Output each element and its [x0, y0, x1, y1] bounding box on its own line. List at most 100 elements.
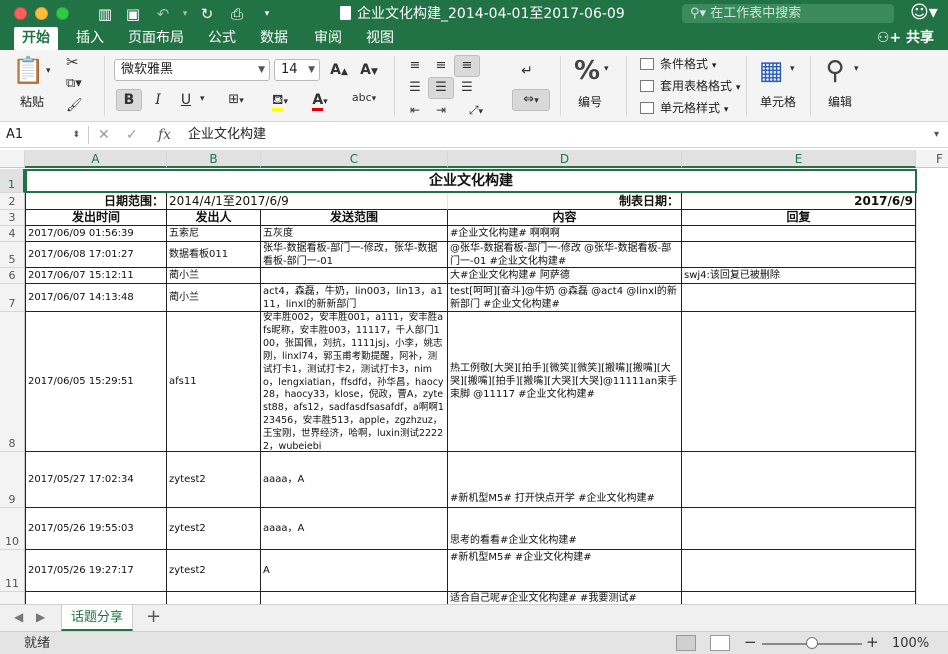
wrap-text-icon[interactable]: ↵	[514, 60, 540, 82]
table-cell[interactable]: zytest2	[167, 550, 261, 592]
font-color-button[interactable]: A▾	[302, 89, 338, 111]
underline-button[interactable]: U	[174, 89, 198, 111]
table-cell[interactable]: swj4:该回复已被删除	[682, 268, 916, 284]
tab-view[interactable]: 视图	[358, 27, 402, 50]
save-icon[interactable]: ▣	[122, 4, 144, 24]
table-cell[interactable]: 2017/05/27 17:02:34	[25, 452, 167, 508]
cells-icon[interactable]: ▦	[756, 56, 786, 86]
table-cell[interactable]	[261, 268, 448, 284]
table-cell[interactable]: test[呵呵][奋斗]@牛奶 @森磊 @act4 @linxl的新新部门 #企…	[448, 284, 682, 312]
table-cell[interactable]: 数据看板011	[167, 242, 261, 268]
cells-dropdown-icon[interactable]: ▾	[790, 64, 795, 74]
print-icon[interactable]: ⎙	[226, 4, 248, 24]
table-cell[interactable]	[682, 226, 916, 242]
table-cell[interactable]: 五索尼	[167, 226, 261, 242]
paste-dropdown-icon[interactable]: ▾	[46, 66, 51, 76]
table-cell[interactable]: 蔺小兰	[167, 268, 261, 284]
fill-color-button[interactable]: ⛾▾	[262, 89, 298, 111]
tab-formulas[interactable]: 公式	[200, 27, 244, 50]
customize-toolbar-icon[interactable]: ▾	[256, 4, 278, 24]
table-cell[interactable]: 热工例敬[大哭][拍手][微笑][微笑][搬嘴][搬嘴][大哭][搬嘴][拍手]…	[448, 312, 682, 452]
header-cell-content[interactable]: 内容	[448, 210, 682, 226]
row-header-3[interactable]: 3	[0, 210, 25, 226]
merge-center-button[interactable]: ⇔▾	[512, 89, 550, 111]
conditional-format-button[interactable]: 条件格式 ▾	[640, 54, 716, 74]
table-cell[interactable]: 张华-数据看板-部门一-修改，张华-数据看板-部门一-01	[261, 242, 448, 268]
sheet-tab-active[interactable]: 话题分享	[61, 605, 133, 631]
share-button[interactable]: ⚇+ 共享	[877, 27, 934, 50]
header-cell-scope[interactable]: 发送范围	[261, 210, 448, 226]
find-icon[interactable]: ⚲	[820, 56, 850, 86]
font-size-select[interactable]: 14 ▼	[274, 59, 320, 81]
table-cell[interactable]: #企业文化构建# 啊啊啊	[448, 226, 682, 242]
table-cell[interactable]: zytest2	[167, 452, 261, 508]
number-format-dropdown-icon[interactable]: ▾	[604, 64, 609, 74]
confirm-icon[interactable]: ✓	[126, 125, 138, 145]
zoom-slider-thumb[interactable]	[806, 637, 818, 649]
table-cell[interactable]: 五灰度	[261, 226, 448, 242]
sidebar-toggle-icon[interactable]: ▥	[94, 4, 116, 24]
table-cell[interactable]	[682, 452, 916, 508]
table-cell[interactable]: #新机型M5# #企业文化构建#	[448, 550, 682, 592]
cut-icon[interactable]: ✂	[66, 53, 79, 71]
table-cell[interactable]: 2017/06/05 15:29:51	[25, 312, 167, 452]
insert-function-icon[interactable]: fx	[158, 125, 171, 145]
align-bottom-icon[interactable]: ≡	[454, 55, 480, 77]
column-header-b[interactable]: B	[167, 150, 261, 168]
header-cell-sender[interactable]: 发出人	[167, 210, 261, 226]
date-range-label-cell[interactable]: 日期范围：	[25, 193, 167, 210]
borders-button[interactable]: ⊞▾	[218, 89, 254, 111]
row-header-1[interactable]: 1	[0, 169, 25, 193]
align-top-icon[interactable]: ≡	[402, 55, 428, 77]
align-left-icon[interactable]: ☰	[402, 77, 428, 99]
minimize-window-button[interactable]	[35, 7, 48, 20]
sheet-title-cell[interactable]: 企业文化构建	[25, 169, 917, 193]
formula-input[interactable]: 企业文化构建	[188, 125, 266, 145]
column-header-d[interactable]: D	[448, 150, 682, 168]
table-cell[interactable]: 2017/05/26 19:27:17	[25, 550, 167, 592]
table-cell[interactable]: 2017/06/08 17:01:27	[25, 242, 167, 268]
worksheet-grid[interactable]: A B C D E F 1 2 3 4 5 6 7 8 9 10 11 企业文化…	[0, 150, 948, 604]
tab-insert[interactable]: 插入	[68, 27, 112, 50]
table-cell[interactable]	[25, 592, 167, 604]
table-cell[interactable]: 安丰胜002，安丰胜001，a111，安丰胜afs昵称，安丰胜003，11117…	[261, 312, 448, 452]
bold-button[interactable]: B	[116, 89, 142, 111]
column-header-a[interactable]: A	[25, 150, 167, 168]
column-header-c[interactable]: C	[261, 150, 448, 168]
row-header-6[interactable]: 6	[0, 268, 25, 284]
table-cell[interactable]: A	[261, 550, 448, 592]
row-header-10[interactable]: 10	[0, 508, 25, 550]
close-window-button[interactable]	[14, 7, 27, 20]
copy-icon[interactable]: ⧉▾	[66, 76, 82, 91]
tab-review[interactable]: 审阅	[306, 27, 350, 50]
table-cell[interactable]: 蔺小兰	[167, 284, 261, 312]
zoom-in-button[interactable]: +	[866, 633, 879, 651]
row-header-11[interactable]: 11	[0, 550, 25, 592]
row-header-8[interactable]: 8	[0, 312, 25, 452]
table-cell[interactable]: aaaa，A	[261, 452, 448, 508]
table-cell[interactable]: afs11	[167, 312, 261, 452]
made-date-value-cell[interactable]: 2017/6/9	[682, 193, 916, 210]
previous-sheet-icon[interactable]: ◀	[14, 610, 23, 624]
select-all-corner[interactable]	[0, 150, 25, 168]
sheet-search-input[interactable]: ⚲▾ 在工作表中搜索	[682, 4, 894, 23]
underline-dropdown-icon[interactable]: ▾	[200, 94, 205, 104]
table-cell[interactable]: 2017/06/09 01:56:39	[25, 226, 167, 242]
table-cell[interactable]: 思考的看看#企业文化构建#	[448, 508, 682, 550]
column-header-e[interactable]: E	[682, 150, 916, 168]
next-sheet-icon[interactable]: ▶	[36, 610, 45, 624]
table-format-button[interactable]: 套用表格格式 ▾	[640, 76, 740, 96]
add-sheet-button[interactable]: +	[146, 607, 161, 627]
grow-font-button[interactable]: A▲	[326, 59, 352, 81]
made-date-label-cell[interactable]: 制表日期：	[448, 193, 682, 210]
cell-style-button[interactable]: 单元格样式 ▾	[640, 98, 728, 118]
row-header-7[interactable]: 7	[0, 284, 25, 312]
tab-data[interactable]: 数据	[252, 27, 296, 50]
table-cell[interactable]: @张华-数据看板-部门一-修改 @张华-数据看板-部门一-01 #企业文化构建#	[448, 242, 682, 268]
undo-dropdown-icon[interactable]: ▾	[174, 4, 196, 24]
table-cell[interactable]: act4，森磊，牛奶，lin003，lin13，a111，linxl的新新部门	[261, 284, 448, 312]
table-cell[interactable]	[682, 508, 916, 550]
tab-home[interactable]: 开始	[14, 27, 58, 50]
page-layout-view-button[interactable]	[710, 635, 730, 651]
normal-view-button[interactable]	[676, 635, 696, 651]
